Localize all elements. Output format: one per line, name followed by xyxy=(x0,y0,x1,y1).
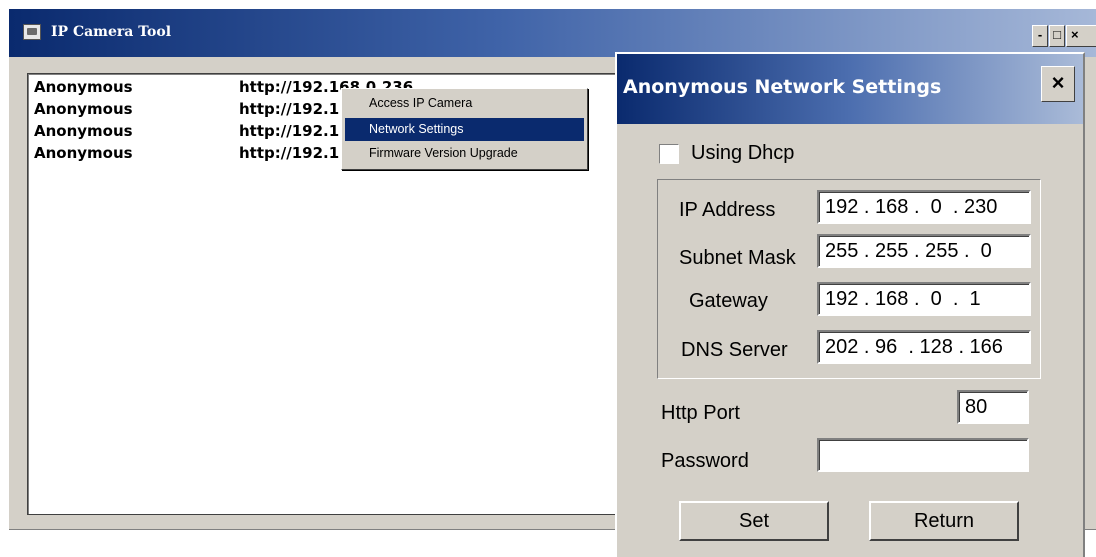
app-title: IP Camera Tool xyxy=(51,24,172,40)
maximize-button[interactable]: □ xyxy=(1049,25,1065,47)
return-button[interactable]: Return xyxy=(869,501,1019,541)
context-menu: Access IP Camera Network Settings Firmwa… xyxy=(341,88,588,170)
http-port-label: Http Port xyxy=(661,402,740,424)
http-port-input[interactable]: 80 xyxy=(957,390,1029,424)
camera-name: Anonymous xyxy=(34,144,133,162)
camera-url: http://192.1 xyxy=(239,144,340,162)
set-button[interactable]: Set xyxy=(679,501,829,541)
close-window-button[interactable]: × xyxy=(1066,25,1096,47)
app-camera-icon xyxy=(23,24,41,40)
using-dhcp-checkbox[interactable] xyxy=(659,144,679,164)
dialog-title: Anonymous Network Settings xyxy=(623,76,942,98)
camera-name: Anonymous xyxy=(34,122,133,140)
password-label: Password xyxy=(661,450,749,472)
ip-address-input[interactable]: 192 . 168 . 0 . 230 xyxy=(817,190,1031,224)
gateway-input[interactable]: 192 . 168 . 0 . 1 xyxy=(817,282,1031,316)
camera-name: Anonymous xyxy=(34,100,133,118)
subnet-mask-label: Subnet Mask xyxy=(679,247,796,269)
ip-address-label: IP Address xyxy=(679,199,776,221)
main-titlebar[interactable]: IP Camera Tool - □ × xyxy=(9,9,1096,57)
gateway-label: Gateway xyxy=(689,290,768,312)
dialog-titlebar[interactable]: Anonymous Network Settings × xyxy=(617,54,1083,124)
using-dhcp-label: Using Dhcp xyxy=(691,142,795,164)
minimize-button[interactable]: - xyxy=(1032,25,1048,47)
network-settings-dialog: Anonymous Network Settings × Using Dhcp … xyxy=(615,52,1085,557)
dialog-close-button[interactable]: × xyxy=(1041,66,1075,102)
menu-item-firmware-upgrade[interactable]: Firmware Version Upgrade xyxy=(345,142,584,165)
camera-url: http://192.1 xyxy=(239,100,340,118)
menu-item-access-ip-camera[interactable]: Access IP Camera xyxy=(345,92,584,115)
subnet-mask-input[interactable]: 255 . 255 . 255 . 0 xyxy=(817,234,1031,268)
dns-server-label: DNS Server xyxy=(681,339,788,361)
camera-url: http://192.1 xyxy=(239,122,340,140)
password-input[interactable] xyxy=(817,438,1029,472)
dns-server-input[interactable]: 202 . 96 . 128 . 166 xyxy=(817,330,1031,364)
menu-item-network-settings[interactable]: Network Settings xyxy=(345,118,584,141)
camera-name: Anonymous xyxy=(34,78,133,96)
